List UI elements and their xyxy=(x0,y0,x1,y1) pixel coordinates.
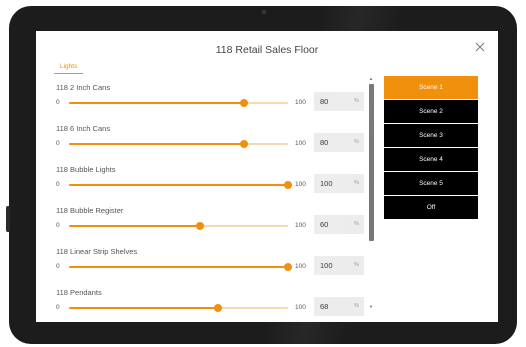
range-max: 100 xyxy=(295,99,306,106)
device-row: 118 Linear Strip Shelves 0 100 100 % xyxy=(36,247,381,288)
scene-3-button[interactable]: Scene 3 xyxy=(384,124,478,147)
scene-off-button[interactable]: Off xyxy=(384,196,478,219)
device-label: 118 Linear Strip Shelves xyxy=(56,247,138,256)
range-max: 100 xyxy=(295,140,306,147)
level-value: 60 xyxy=(320,220,329,229)
slider-fill xyxy=(69,266,288,268)
slider-thumb[interactable] xyxy=(284,181,292,189)
slider-fill xyxy=(69,307,218,309)
scrollbar[interactable]: ▲ ▼ xyxy=(368,76,374,316)
level-unit: % xyxy=(354,221,359,227)
dimmer-slider[interactable] xyxy=(69,137,288,151)
dialog: 118 Retail Sales Floor Lights 118 2 Inch… xyxy=(36,31,498,322)
scene-2-button[interactable]: Scene 2 xyxy=(384,100,478,123)
level-value: 100 xyxy=(320,179,333,188)
tablet-side-button xyxy=(6,206,10,232)
device-list: 118 2 Inch Cans 0 100 80 % 118 6 Inch Ca… xyxy=(36,76,381,322)
device-row: 118 6 Inch Cans 0 100 80 % xyxy=(36,124,381,165)
level-value: 80 xyxy=(320,97,329,106)
scene-1-button[interactable]: Scene 1 xyxy=(384,76,478,99)
device-label: 118 Bubble Lights xyxy=(56,165,116,174)
device-row: 118 Pendants 0 100 68 % xyxy=(36,288,381,322)
level-input[interactable]: 60 % xyxy=(314,215,364,234)
range-min: 0 xyxy=(56,263,60,270)
tab-lights[interactable]: Lights xyxy=(54,63,84,74)
level-input[interactable]: 68 % xyxy=(314,297,364,316)
close-icon[interactable] xyxy=(474,40,486,52)
level-unit: % xyxy=(354,303,359,309)
device-row: 118 Bubble Register 0 100 60 % xyxy=(36,206,381,247)
slider-fill xyxy=(69,225,201,227)
slider-thumb[interactable] xyxy=(196,222,205,230)
device-label: 118 Pendants xyxy=(56,288,102,297)
device-row: 118 Bubble Lights 0 100 100 % xyxy=(36,165,381,206)
level-unit: % xyxy=(354,262,359,268)
range-min: 0 xyxy=(56,304,60,311)
dimmer-slider[interactable] xyxy=(69,260,292,274)
scene-5-button[interactable]: Scene 5 xyxy=(384,172,478,195)
device-label: 118 Bubble Register xyxy=(56,206,124,215)
range-min: 0 xyxy=(56,99,60,106)
level-unit: % xyxy=(354,139,359,145)
dialog-title: 118 Retail Sales Floor xyxy=(215,44,319,56)
dimmer-slider[interactable] xyxy=(69,301,288,315)
device-row: 118 2 Inch Cans 0 100 80 % xyxy=(36,83,381,124)
range-max: 100 xyxy=(295,222,306,229)
range-min: 0 xyxy=(56,181,60,188)
level-value: 100 xyxy=(320,261,333,270)
level-input[interactable]: 80 % xyxy=(314,133,364,152)
dimmer-slider[interactable] xyxy=(69,178,292,192)
level-input[interactable]: 100 % xyxy=(314,174,364,193)
dimmer-slider[interactable] xyxy=(69,96,288,110)
scrollbar-thumb[interactable] xyxy=(368,84,374,241)
slider-thumb[interactable] xyxy=(213,304,222,312)
level-input[interactable]: 100 % xyxy=(314,256,364,275)
range-max: 100 xyxy=(295,304,306,311)
range-min: 0 xyxy=(56,140,60,147)
dimmer-slider[interactable] xyxy=(69,219,288,233)
device-label: 118 6 Inch Cans xyxy=(56,124,111,133)
slider-thumb[interactable] xyxy=(284,263,292,271)
slider-fill xyxy=(69,143,245,145)
slider-thumb[interactable] xyxy=(240,99,249,107)
caret-up-icon[interactable]: ▲ xyxy=(368,76,374,82)
level-value: 68 xyxy=(320,302,329,311)
device-label: 118 2 Inch Cans xyxy=(56,83,111,92)
slider-fill xyxy=(69,184,288,186)
range-max: 100 xyxy=(295,263,306,270)
slider-thumb[interactable] xyxy=(240,140,249,148)
scene-panel: Scene 1 Scene 2 Scene 3 Scene 4 Scene 5 … xyxy=(384,76,478,220)
level-input[interactable]: 80 % xyxy=(314,92,364,111)
range-min: 0 xyxy=(56,222,60,229)
level-value: 80 xyxy=(320,138,329,147)
caret-down-icon[interactable]: ▼ xyxy=(368,304,374,310)
camera-icon xyxy=(262,10,266,14)
range-max: 100 xyxy=(295,181,306,188)
level-unit: % xyxy=(354,98,359,104)
level-unit: % xyxy=(354,180,359,186)
scene-4-button[interactable]: Scene 4 xyxy=(384,148,478,171)
slider-fill xyxy=(69,102,245,104)
